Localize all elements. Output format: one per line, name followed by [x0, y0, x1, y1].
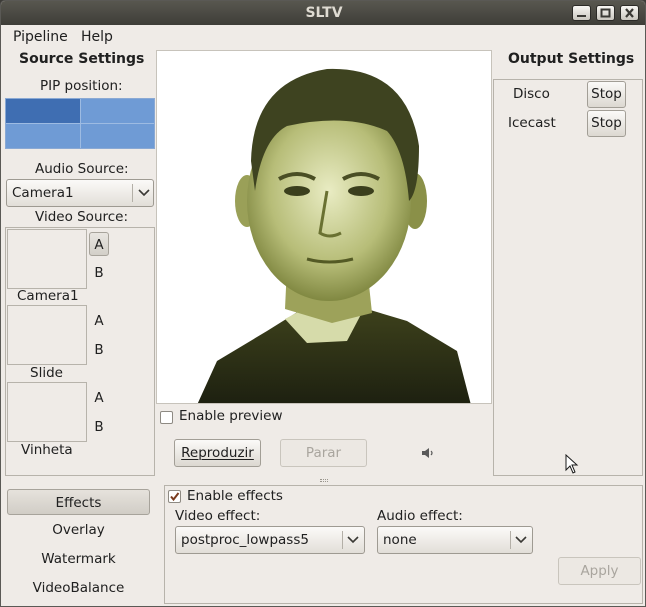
- audio-effect-label: Audio effect:: [377, 508, 463, 524]
- tab-videobalance[interactable]: VideoBalance: [7, 575, 150, 601]
- video-effect-select[interactable]: postproc_lowpass5: [175, 526, 365, 554]
- slide-thumbnail[interactable]: [7, 305, 87, 365]
- camera1-a-button[interactable]: A: [89, 232, 109, 256]
- play-button-label: Reproduzir: [181, 445, 254, 461]
- pip-bottom-right-cell[interactable]: [80, 124, 154, 148]
- pip-bottom-left-cell[interactable]: [6, 124, 80, 148]
- tab-overlay[interactable]: Overlay: [7, 517, 150, 543]
- enable-effects-label: Enable effects: [187, 488, 283, 504]
- maximize-button[interactable]: [596, 5, 615, 21]
- speaker-low-icon[interactable]: [421, 447, 435, 459]
- play-button[interactable]: Reproduzir: [174, 439, 261, 467]
- output-disco-label: Disco: [513, 86, 550, 102]
- video-effect-label: Video effect:: [175, 508, 261, 524]
- preview-portrait-image: [157, 51, 491, 403]
- video-effect-value: postproc_lowpass5: [181, 532, 309, 548]
- icecast-stop-label: Stop: [591, 115, 622, 131]
- minimize-button[interactable]: [572, 5, 591, 21]
- stop-playback-label: Parar: [305, 445, 342, 461]
- vinheta-label: Vinheta: [21, 442, 73, 458]
- audio-effect-select[interactable]: none: [377, 526, 533, 554]
- chevron-down-icon: [138, 189, 150, 197]
- menu-help[interactable]: Help: [81, 29, 113, 45]
- slide-a-button[interactable]: A: [89, 309, 109, 333]
- pane-splitter-handle[interactable]: [320, 479, 328, 482]
- output-settings-panel: [493, 79, 643, 476]
- video-source-label: Video Source:: [35, 209, 129, 225]
- slide-b-button[interactable]: B: [89, 338, 109, 362]
- close-button[interactable]: [620, 5, 639, 21]
- close-icon: [625, 8, 634, 18]
- tab-effects[interactable]: Effects: [7, 489, 150, 515]
- mouse-cursor-icon: [565, 454, 579, 474]
- enable-preview-label: Enable preview: [179, 408, 283, 424]
- vinheta-thumbnail[interactable]: [7, 382, 87, 442]
- pip-position-grid[interactable]: [5, 98, 155, 149]
- output-icecast-label: Icecast: [508, 115, 556, 131]
- disco-stop-button[interactable]: Stop: [587, 81, 626, 108]
- output-settings-title: Output Settings: [508, 51, 635, 67]
- enable-preview-checkbox[interactable]: [160, 411, 173, 424]
- menu-bar: Pipeline Help: [1, 25, 645, 48]
- menu-pipeline[interactable]: Pipeline: [13, 29, 68, 45]
- pip-top-left-cell[interactable]: [6, 99, 80, 123]
- audio-source-select[interactable]: Camera1: [6, 179, 154, 207]
- vinheta-b-button[interactable]: B: [89, 415, 109, 439]
- chevron-down-icon: [515, 536, 527, 544]
- icecast-stop-button[interactable]: Stop: [587, 110, 626, 137]
- video-preview: [156, 50, 492, 404]
- apply-button-label: Apply: [580, 563, 619, 579]
- pip-position-label: PIP position:: [40, 78, 123, 94]
- tab-watermark[interactable]: Watermark: [7, 546, 150, 572]
- chevron-down-icon: [347, 536, 359, 544]
- audio-effect-value: none: [383, 532, 417, 548]
- maximize-icon: [600, 8, 611, 18]
- checkmark-icon: [170, 492, 180, 502]
- apply-button[interactable]: Apply: [558, 557, 641, 585]
- vinheta-a-button[interactable]: A: [89, 386, 109, 410]
- camera1-b-button[interactable]: B: [89, 261, 109, 285]
- enable-effects-checkbox[interactable]: [168, 490, 181, 503]
- camera1-thumbnail[interactable]: [7, 229, 87, 289]
- stop-playback-button[interactable]: Parar: [280, 439, 367, 467]
- window-title: SLTV: [305, 5, 343, 21]
- app-window: SLTV Pipeline Help Source Settings PIP p…: [0, 0, 646, 607]
- pip-top-right-cell[interactable]: [80, 99, 154, 123]
- minimize-icon: [577, 15, 586, 17]
- camera1-label: Camera1: [17, 288, 79, 304]
- source-settings-title: Source Settings: [19, 51, 145, 67]
- title-bar[interactable]: SLTV: [1, 1, 645, 25]
- audio-source-value: Camera1: [12, 185, 74, 201]
- disco-stop-label: Stop: [591, 86, 622, 102]
- audio-source-label: Audio Source:: [35, 161, 129, 177]
- slide-label: Slide: [30, 365, 63, 381]
